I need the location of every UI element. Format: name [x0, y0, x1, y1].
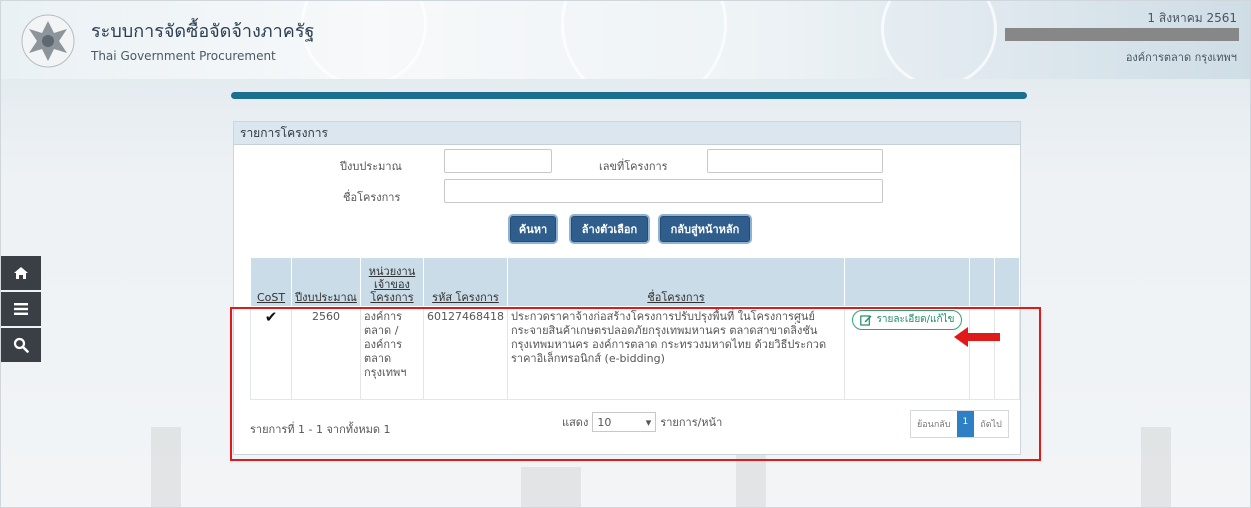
project-name-input[interactable] [444, 179, 883, 203]
left-arrow-icon [954, 327, 1000, 347]
search-button[interactable]: ค้นหา [510, 216, 556, 242]
prev-page-button[interactable]: ย้อนกลับ [911, 411, 957, 437]
page-size-control: แสดง 10 ▾ รายการ/หน้า [562, 412, 722, 432]
background-temple [1141, 427, 1171, 507]
next-page-button[interactable]: ถัดไป [974, 411, 1008, 437]
site-title: ระบบการจัดซื้อจัดจ้างภาครัฐ [91, 21, 315, 42]
clear-selection-button[interactable]: ล้างตัวเลือก [571, 216, 648, 242]
project-table: CoST ปีงบประมาณ หน่วยงาน เจ้าของ โครงการ… [250, 257, 1020, 400]
redacted-user-name [1005, 28, 1239, 41]
result-summary: รายการที่ 1 - 1 จากทั้งหมด 1 [250, 423, 391, 436]
menu-icon [14, 303, 28, 315]
project-name-cell: ประกวดราคาจ้างก่อสร้างโครงการปรับปรุงพื้… [506, 306, 845, 400]
page: ระบบการจัดซื้อจัดจ้างภาครัฐ Thai Governm… [0, 0, 1251, 508]
detail-edit-button[interactable]: รายละเอียด/แก้ไข [851, 310, 963, 330]
col-agency[interactable]: หน่วยงาน เจ้าของ โครงการ [360, 257, 424, 307]
col-extra-1 [968, 257, 995, 307]
page-size-value: 10 [597, 415, 612, 429]
table-row: ✔ 2560 องค์การ ตลาด / องค์การ ตลาด กรุงเ… [250, 306, 1020, 400]
fiscal-year-cell: 2560 [291, 306, 361, 400]
table-header-row: CoST ปีงบประมาณ หน่วยงาน เจ้าของ โครงการ… [250, 257, 1020, 307]
action-cell: รายละเอียด/แก้ไข [843, 306, 970, 400]
header-decoration [561, 1, 727, 79]
fiscal-year-input[interactable] [444, 149, 552, 173]
col-project-id[interactable]: รหัส โครงการ [423, 257, 508, 307]
garuda-emblem-icon[interactable] [21, 11, 75, 71]
project-id-cell: 60127468418 [423, 306, 508, 400]
site-subtitle: Thai Government Procurement [91, 49, 276, 63]
accent-bar [231, 92, 1027, 99]
edit-icon [859, 315, 872, 326]
project-list-panel: รายการโครงการ ปีงบประมาณ เลขที่โครงการ ช… [233, 121, 1021, 455]
home-button[interactable] [1, 256, 41, 290]
col-action [843, 257, 970, 307]
col-project-name[interactable]: ชื่อโครงการ [506, 257, 845, 307]
page-1-button[interactable]: 1 [956, 411, 975, 437]
panel-title: รายการโครงการ [234, 122, 1020, 145]
page-size-select[interactable]: 10 ▾ [592, 412, 657, 432]
dropdown-caret-icon: ▾ [645, 415, 652, 429]
col-extra-2 [993, 257, 1020, 307]
fiscal-year-label: ปีงบประมาณ [340, 160, 402, 173]
left-sidebar [1, 256, 49, 364]
site-header: ระบบการจัดซื้อจัดจ้างภาครัฐ Thai Governm… [1, 1, 1250, 79]
cost-check-icon: ✔ [250, 306, 292, 400]
header-date: 1 สิงหาคม 2561 [1147, 11, 1237, 25]
per-page-label: รายการ/หน้า [660, 416, 723, 429]
background-temple [151, 427, 181, 507]
col-cost[interactable]: CoST [250, 257, 292, 307]
search-icon [13, 337, 29, 353]
project-name-label: ชื่อโครงการ [343, 191, 401, 204]
header-organization: องค์การตลาด กรุงเทพฯ [1125, 51, 1237, 64]
background-temple [521, 467, 581, 507]
extra-cell-2 [993, 306, 1020, 400]
project-no-label: เลขที่โครงการ [599, 160, 668, 173]
col-fiscal-year[interactable]: ปีงบประมาณ [291, 257, 361, 307]
detail-edit-label: รายละเอียด/แก้ไข [876, 314, 955, 325]
header-decoration [301, 1, 427, 79]
search-button[interactable] [1, 328, 41, 362]
agency-cell: องค์การ ตลาด / องค์การ ตลาด กรุงเทพฯ [360, 306, 424, 400]
home-icon [14, 267, 28, 279]
show-label: แสดง [562, 416, 589, 429]
back-to-home-button[interactable]: กลับสู่หน้าหลัก [660, 216, 750, 242]
project-no-input[interactable] [707, 149, 883, 173]
menu-button[interactable] [1, 292, 41, 326]
header-decoration [881, 1, 997, 79]
pagination: ย้อนกลับ 1 ถัดไป [910, 410, 1009, 438]
extra-cell-1 [968, 306, 995, 400]
